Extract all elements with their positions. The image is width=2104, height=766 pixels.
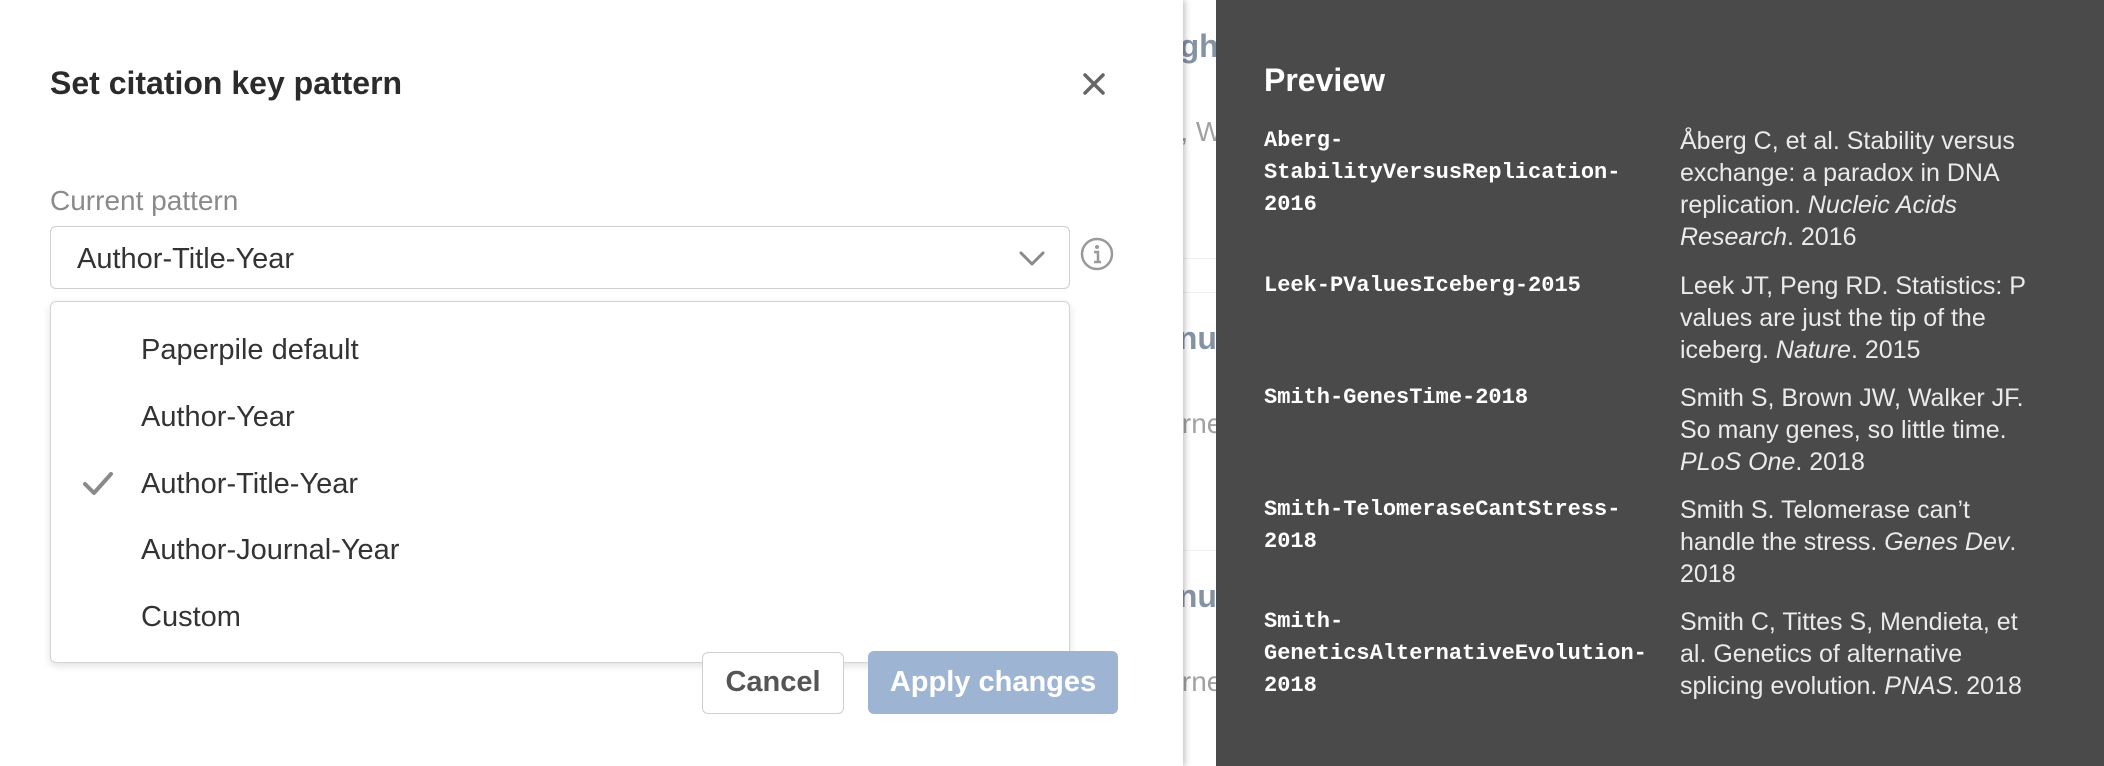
citation-key: Aberg- StabilityVersusReplication- 2016 [1264, 128, 1621, 217]
info-icon[interactable] [1080, 237, 1114, 271]
preview-panel: Preview Aberg- StabilityVersusReplication… [1216, 0, 2104, 766]
citation-key: Smith-GenesTime-2018 [1264, 385, 1529, 410]
close-icon [1083, 73, 1105, 95]
citation-key: Smith-TelomeraseCantStress- 2018 [1264, 497, 1621, 554]
option-author-year[interactable]: Author-Year [51, 387, 1069, 447]
preview-title: Preview [1264, 62, 1385, 98]
chevron-down-icon [1019, 251, 1045, 266]
citation-key: Smith- GeneticsAlternativeEvolution- 2018 [1264, 609, 1647, 698]
citation-text: Smith S, Brown JW, Walker JF. So many ge… [1680, 384, 2024, 476]
citation-text: Åberg C, et al. Stability versus exchang… [1680, 127, 2015, 251]
current-pattern-label: Current pattern [50, 185, 239, 216]
close-button[interactable] [1074, 64, 1114, 104]
option-label: Paperpile default [141, 334, 359, 366]
option-paperpile-default[interactable]: Paperpile default [51, 320, 1069, 380]
dialog-title: Set citation key pattern [50, 65, 403, 101]
apply-changes-button[interactable]: Apply changes [868, 651, 1118, 714]
option-label: Author-Year [141, 401, 295, 433]
citation-key-dialog: Set citation key pattern Current pattern… [0, 0, 1183, 766]
check-icon [83, 472, 113, 495]
option-author-title-year[interactable]: Author-Title-Year [51, 454, 1069, 514]
pattern-select-value: Author-Title-Year [77, 243, 295, 275]
citation-text: Smith S. Telomerase can’t handle the str… [1680, 496, 2017, 588]
pattern-select[interactable]: Author-Title-Year [50, 226, 1070, 289]
cancel-button[interactable]: Cancel [702, 652, 844, 714]
pattern-dropdown-menu: Paperpile default Author-Year Author-Tit… [50, 301, 1070, 663]
option-label: Custom [141, 601, 241, 633]
citation-text: Smith C, Tittes S, Mendieta, et al. Gene… [1680, 608, 2022, 700]
option-author-journal-year[interactable]: Author-Journal-Year [51, 520, 1069, 580]
option-custom[interactable]: Custom [51, 587, 1069, 647]
citation-text: Leek JT, Peng RD. Statistics: P values a… [1680, 272, 2026, 364]
option-label: Author-Title-Year [141, 468, 359, 500]
citation-key: Leek-PValuesIceberg-2015 [1264, 273, 1581, 298]
option-label: Author-Journal-Year [141, 534, 400, 566]
